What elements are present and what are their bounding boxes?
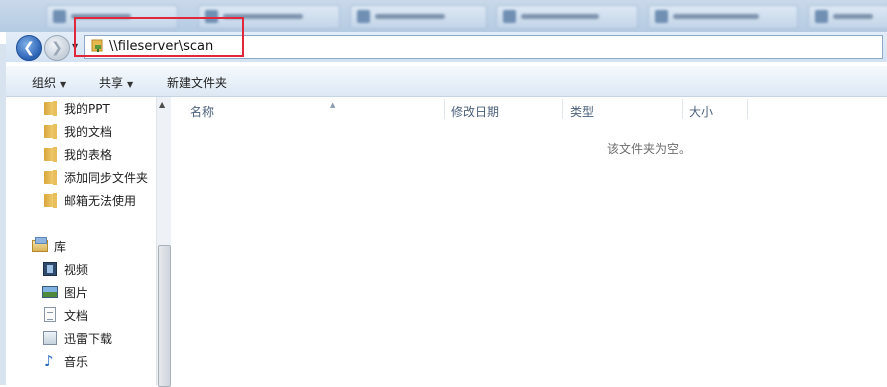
network-folder-icon [91,39,103,52]
blurred-tab [198,5,340,29]
file-list-pane[interactable]: 名称 ▲ 修改日期 类型 大小 该文件夹为空。 [171,97,887,385]
sort-ascending-icon: ▲ [330,101,336,109]
nav-item-folder[interactable]: 我的文档 [42,121,112,141]
pictures-icon [42,284,58,300]
nav-item-folder[interactable]: 添加同步文件夹 [42,167,148,187]
column-header-name[interactable]: 名称 ▲ [190,101,335,120]
share-label: 共享 [99,76,124,90]
nav-item-folder[interactable]: 邮箱无法使用 [42,190,136,210]
nav-item-libraries[interactable]: 库 [32,236,66,256]
nav-item-label: 我的PPT [64,101,110,116]
column-header-size[interactable]: 大小 [689,103,713,120]
blurred-tab [496,5,638,29]
column-header-type[interactable]: 类型 [570,103,594,120]
nav-item-library-thunder[interactable]: 迅雷下载 [42,328,112,348]
nav-item-library-documents[interactable]: 文档 [42,305,88,325]
background-window-strip [0,0,887,32]
address-bar[interactable]: \\fileserver\scan [84,35,883,59]
nav-item-library-video[interactable]: 视频 [42,259,88,279]
forward-button[interactable]: ❯ [44,35,70,61]
column-divider[interactable] [444,99,445,119]
nav-item-label: 邮箱无法使用 [64,193,137,208]
new-folder-button[interactable]: 新建文件夹 [167,74,227,91]
folder-icon [42,169,58,185]
recent-pages-dropdown-icon[interactable]: ▼ [72,42,78,51]
navigation-bar: ❮ ❯ ▼ \\fileserver\scan [6,32,887,62]
nav-item-folder[interactable]: 我的表格 [42,144,112,164]
column-divider[interactable] [562,99,563,119]
folder-icon [42,100,58,116]
nav-item-label: 库 [54,239,67,254]
blurred-tab [350,5,487,29]
address-path[interactable]: \\fileserver\scan [109,39,213,54]
video-icon [42,261,58,277]
blurred-tab [46,5,178,29]
column-label: 名称 [190,105,215,119]
organize-button[interactable]: 组织 ▼ [32,74,66,91]
chevron-down-icon: ▼ [60,80,67,89]
nav-item-library-pictures[interactable]: 图片 [42,282,88,302]
folder-icon [42,123,58,139]
nav-pane-scrollbar[interactable]: ▲ [156,97,171,387]
nav-item-label: 图片 [64,285,89,300]
blurred-tab [808,5,887,29]
nav-item-label: 我的文档 [64,124,113,139]
command-bar: 组织 ▼ 共享 ▼ 新建文件夹 [6,66,887,97]
nav-item-label: 文档 [64,308,89,323]
empty-folder-message: 该文件夹为空。 [607,142,692,156]
column-header-modified[interactable]: 修改日期 [451,103,499,120]
organize-label: 组织 [32,76,57,90]
thunder-download-icon [42,330,58,346]
scrollbar-thumb[interactable] [158,245,171,387]
scroll-up-icon[interactable]: ▲ [159,100,165,109]
column-divider[interactable] [682,99,683,119]
nav-item-label: 迅雷下载 [64,331,113,346]
column-divider[interactable] [747,99,748,119]
folder-icon [42,192,58,208]
music-icon: ♪ [44,352,54,370]
blurred-tab [648,5,798,29]
library-icon [32,237,48,254]
nav-item-label: 视频 [64,262,89,277]
documents-icon [42,307,58,323]
arrow-right-icon: ❯ [51,40,63,56]
nav-item-label: 我的表格 [64,147,113,162]
share-button[interactable]: 共享 ▼ [99,74,133,91]
nav-item-folder[interactable]: 我的PPT [42,98,110,118]
arrow-left-icon: ❮ [23,40,35,56]
chevron-down-icon: ▼ [127,80,134,89]
navigation-pane: 我的PPT 我的文档 我的表格 添加同步文件夹 邮箱无法使用 库 视频 图片 文… [6,97,156,385]
nav-item-library-music[interactable]: ♪ 音乐 [42,351,88,371]
nav-item-label: 音乐 [64,354,89,369]
folder-icon [42,146,58,162]
back-button[interactable]: ❮ [16,35,42,61]
nav-item-label: 添加同步文件夹 [64,170,149,185]
